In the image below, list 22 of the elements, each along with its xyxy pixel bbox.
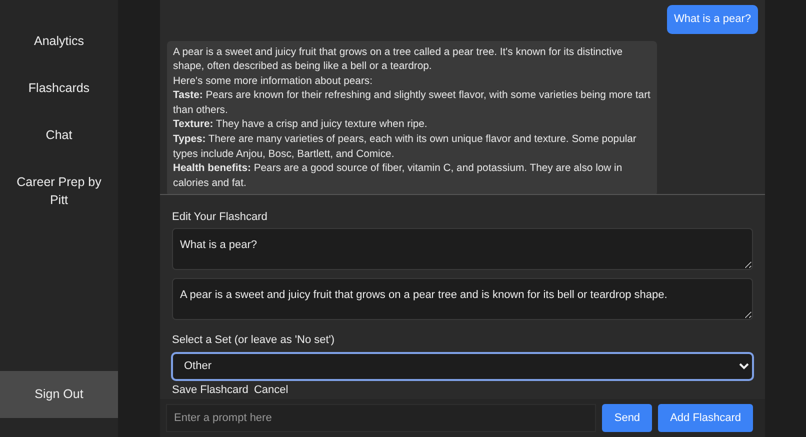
prompt-field[interactable]: Enter a prompt here: [166, 404, 596, 432]
sidebar-link[interactable]: Career Prep by Pitt: [0, 173, 118, 209]
set-label: Select a Set (or leave as 'No set'): [172, 333, 336, 348]
action-button[interactable]: Add Flashcard: [658, 404, 753, 432]
sidebar-link[interactable]: Flashcards: [0, 79, 118, 97]
message-paragraph: Taste: Pears are known for their refreshing and slightly sweet flavor, with some varieties being more tart than others.: [173, 89, 651, 118]
sign-out-button[interactable]: Sign Out: [0, 371, 118, 418]
message-paragraph: Texture: They have a crisp and juicy texture when ripe.: [173, 118, 428, 132]
action-button[interactable]: Send: [602, 404, 652, 432]
message-paragraph: Here's some more information about pears:: [173, 74, 374, 89]
sidebar-link[interactable]: Analytics: [0, 32, 118, 50]
message-paragraph: Types: There are many varieties of pears, each with its own unique flavor and texture. Some popular types include Anjou, Bosc, Bartlett, and Comice.: [173, 133, 638, 162]
editor-action-button[interactable]: Cancel: [254, 382, 288, 398]
question-field[interactable]: What is a pear?: [172, 228, 753, 270]
editor-title: Edit Your Flashcard: [172, 210, 268, 225]
user-message: What is a pear?: [666, 5, 758, 34]
message-paragraph: Health benefits: Pears are a good source of fiber, vitamin C, and potassium. They are also low in calories and fat.: [173, 162, 624, 191]
set-dropdown[interactable]: Other: [172, 352, 753, 380]
answer-field[interactable]: A pear is a sweet and juicy fruit that grows on a pear tree and is known for its bell or teardrop shape.: [172, 278, 753, 320]
sidebar-link[interactable]: Chat: [0, 126, 118, 144]
message-paragraph: A pear is a sweet and juicy fruit that grows on a tree called a pear tree. It's known for its distinctive shape, often described as being like a bell or a teardrop.: [173, 46, 624, 74]
editor-action-button[interactable]: Save Flashcard: [172, 382, 248, 398]
